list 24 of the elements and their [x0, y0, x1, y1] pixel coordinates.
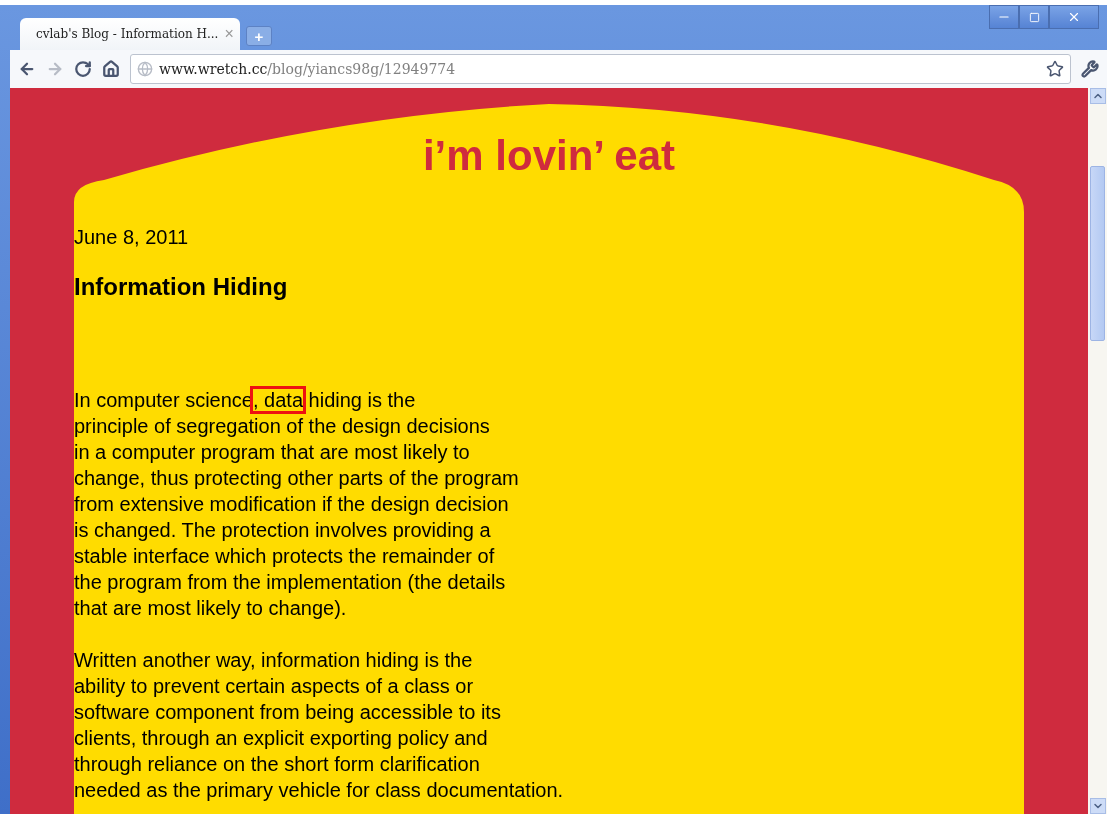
browser-tab[interactable]: cvlab's Blog - Information H... ×	[20, 18, 240, 50]
post-date: June 8, 2011	[74, 226, 190, 249]
maximize-button[interactable]	[1019, 5, 1049, 29]
url-text: www.wretch.cc/blog/yiancs98g/12949774	[159, 61, 457, 77]
close-icon	[1067, 10, 1081, 24]
tab-title: cvlab's Blog - Information H...	[36, 27, 219, 41]
scroll-up-button[interactable]	[1089, 88, 1106, 104]
home-button[interactable]	[102, 60, 120, 78]
reload-button[interactable]	[74, 60, 92, 78]
minimize-button[interactable]	[989, 5, 1019, 29]
close-button[interactable]	[1049, 5, 1099, 29]
back-button[interactable]	[18, 60, 36, 78]
maximize-icon	[1028, 11, 1040, 23]
address-bar[interactable]: www.wretch.cc/blog/yiancs98g/12949774	[130, 54, 1071, 84]
settings-wrench-icon[interactable]	[1081, 60, 1099, 78]
scroll-thumb[interactable]	[1090, 166, 1105, 341]
post-title: Information Hiding	[74, 273, 289, 301]
post-paragraph: Written another way, information hiding is the ability to prevent certain aspects of a class or software component from being accessible to its clients, through an explicit exporting policy and through reliance on the short form clarification needed as the primary vehicle for class documentation.	[74, 648, 565, 803]
globe-icon	[137, 61, 153, 77]
post-paragraph: In computer science, data hiding is the principle of segregation of the design decisions in a computer program that are most likely to change, thus protecting other parts of the program from extensive modification if the design decision is changed. The protection involves providing a stable interface which protects the remainder of the program from the implementation (the details that are most likely to change).	[74, 387, 1024, 621]
blog-title: i’m lovin’ eat	[421, 132, 677, 180]
bookmark-star-icon[interactable]	[1046, 60, 1064, 78]
scrollbar[interactable]	[1088, 88, 1107, 814]
scroll-down-button[interactable]	[1089, 798, 1106, 814]
